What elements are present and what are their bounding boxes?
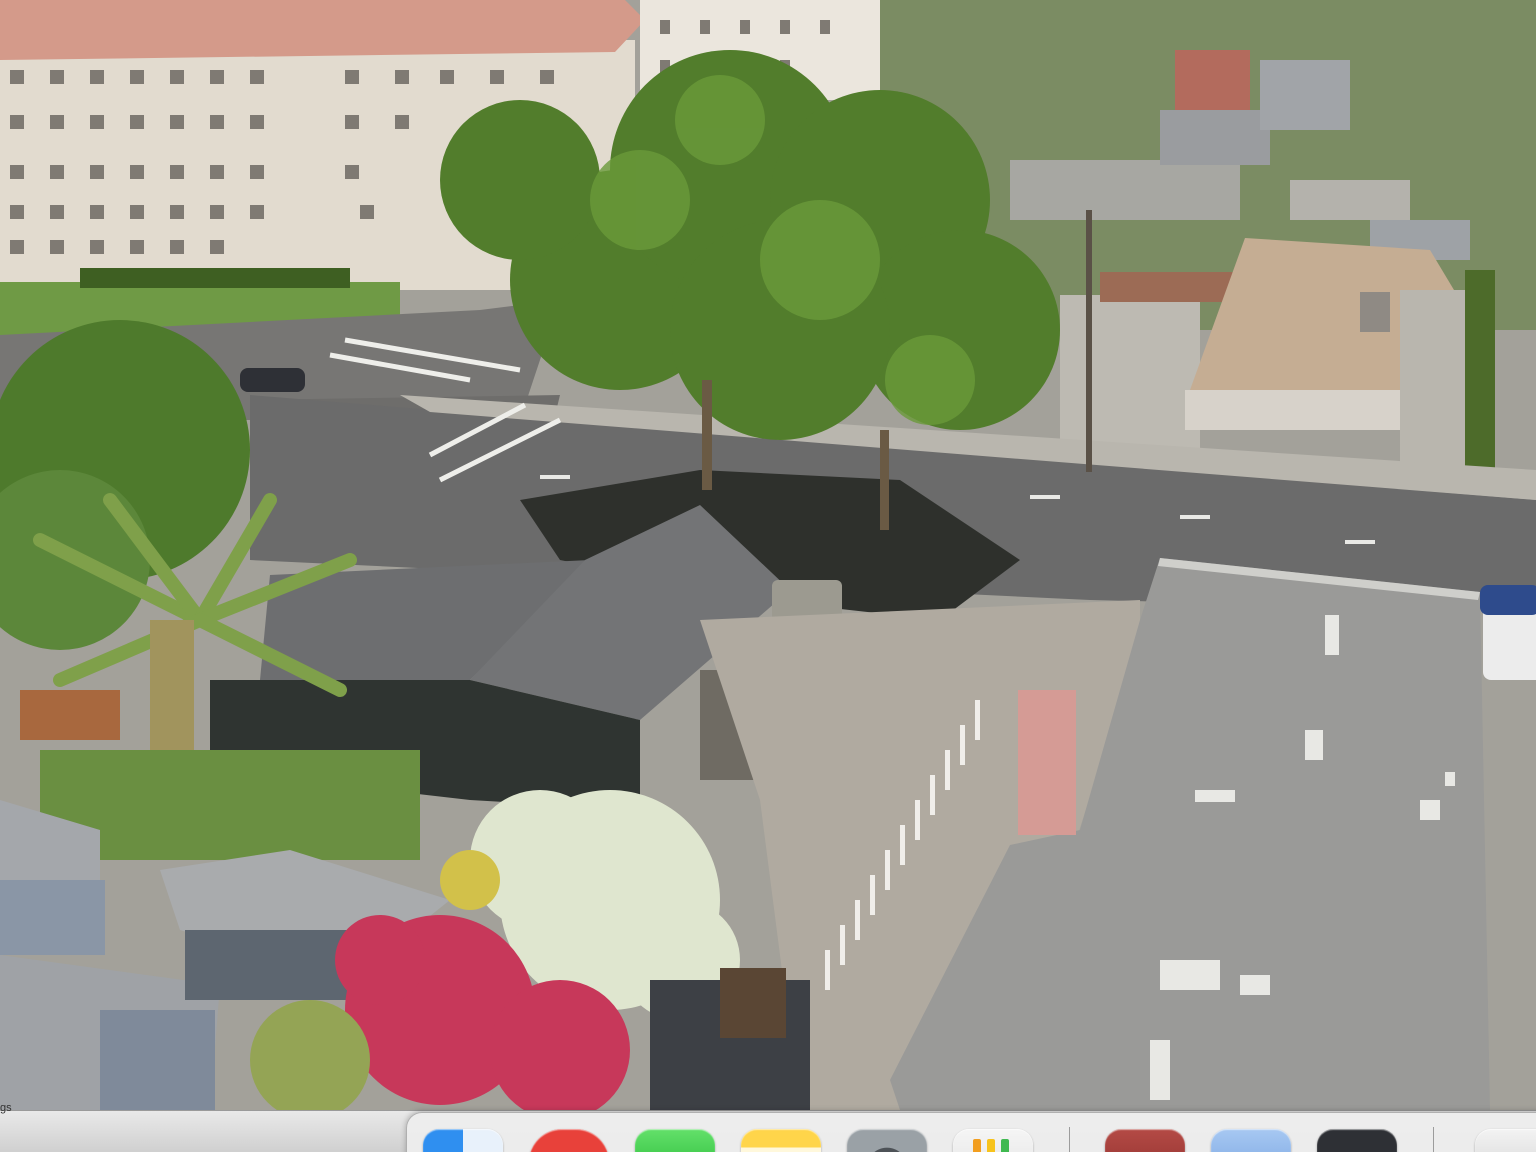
house-brown-wall: [1185, 390, 1405, 430]
house-bottom-wall-2: [100, 1010, 215, 1110]
wooden-fence: [20, 690, 120, 740]
desktop-screen: gs: [0, 0, 1536, 1152]
roof-structure-pink: [1018, 690, 1076, 835]
tree-trunk-2: [880, 430, 889, 530]
hedge-right: [1465, 270, 1495, 470]
quicktime-icon[interactable]: [1317, 1129, 1397, 1152]
corner-label: gs: [0, 1102, 12, 1114]
hedge-building: [80, 268, 350, 288]
numbers-icon[interactable]: [953, 1129, 1033, 1152]
notes-icon[interactable]: [741, 1129, 821, 1152]
gear-icon[interactable]: [847, 1129, 927, 1152]
preview-icon[interactable]: [1211, 1129, 1291, 1152]
house-brown-chimney: [1360, 292, 1390, 332]
house-roof-distant-2: [1160, 110, 1270, 165]
numbers-bar-icon: [973, 1139, 981, 1152]
numbers-bar-icon: [987, 1139, 995, 1152]
red-app-icon[interactable]: [529, 1129, 609, 1152]
house-bottom-left-wall: [0, 880, 105, 955]
finder-icon[interactable]: [423, 1129, 503, 1152]
parking-lot-top-right: [1060, 295, 1200, 465]
dock: [406, 1112, 1536, 1152]
dock-separator: [1433, 1127, 1434, 1152]
tree-trunk-1: [702, 380, 712, 490]
yellow-bush: [440, 850, 500, 910]
fence-hedge: [1100, 272, 1240, 302]
house-roof-distant-1: [1010, 160, 1240, 220]
messages-icon[interactable]: [635, 1129, 715, 1152]
numbers-bar-icon: [1001, 1139, 1009, 1152]
aerial-photo: [0, 0, 1536, 1110]
car-dark: [240, 368, 305, 392]
utility-pole: [1086, 210, 1092, 472]
dock-separator: [1069, 1127, 1070, 1152]
large-building-roof: [0, 0, 645, 60]
house-roof-distant-3: [1260, 60, 1350, 130]
blue-car-right: [1480, 585, 1536, 615]
house-roof-distant-5: [1290, 180, 1410, 220]
wood-fence-trash: [720, 968, 786, 1038]
maroon-app-icon[interactable]: [1105, 1129, 1185, 1152]
photo-viewer-window[interactable]: [0, 0, 1536, 1110]
house-roof-distant-4: [1175, 50, 1250, 110]
trash-icon[interactable]: [1475, 1129, 1536, 1152]
garage-wall: [185, 930, 350, 1000]
